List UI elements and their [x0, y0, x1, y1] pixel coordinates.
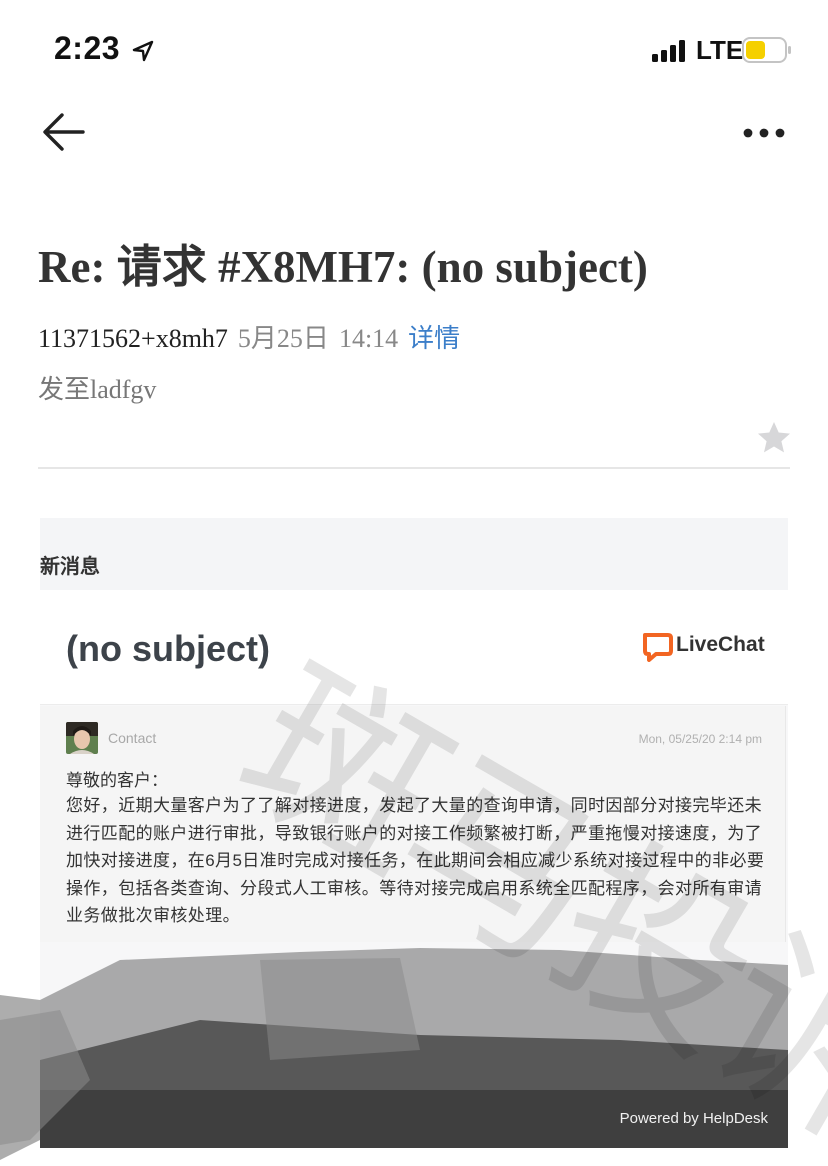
email-meta-line: 11371562+x8mh7 5月25日 14:14 详情	[38, 318, 460, 355]
email-section-header: 新消息	[40, 518, 788, 590]
section-label: 新消息	[40, 556, 100, 578]
message-greeting: 尊敬的客户：	[66, 771, 168, 790]
location-arrow-icon	[132, 40, 154, 62]
status-time: 2:23	[54, 30, 121, 66]
signal-icon	[652, 40, 685, 62]
email-date: 5月25日	[237, 324, 329, 353]
network-label: LTE	[696, 35, 744, 65]
livechat-brand: LiveChat	[676, 633, 765, 656]
powered-by-text: Powered by HelpDesk	[619, 1110, 768, 1127]
battery-icon	[742, 37, 791, 63]
email-subject-title: Re: 请求 #X8MH7: (no subject)	[38, 242, 648, 292]
email-time: 14:14	[338, 324, 399, 353]
details-link[interactable]: 详情	[408, 324, 460, 353]
more-icon[interactable]	[740, 118, 788, 148]
card-subject: (no subject)	[66, 628, 270, 669]
sender-address: 11371562+x8mh7	[38, 324, 228, 353]
message-body: 您好，近期大量客户为了了解对接进度，发起了大量的查询申请，同时因部分对接完毕还未…	[66, 796, 765, 925]
star-icon[interactable]	[756, 420, 792, 456]
message-timestamp: Mon, 05/25/20 2:14 pm	[638, 732, 762, 746]
recipient-line: 发至ladfgv	[38, 375, 157, 404]
helpdesk-footer: Powered by HelpDesk	[40, 1090, 788, 1148]
contact-avatar	[66, 722, 98, 754]
header-divider	[38, 467, 790, 469]
back-arrow-icon[interactable]	[40, 110, 88, 154]
contact-label: Contact	[108, 730, 157, 746]
